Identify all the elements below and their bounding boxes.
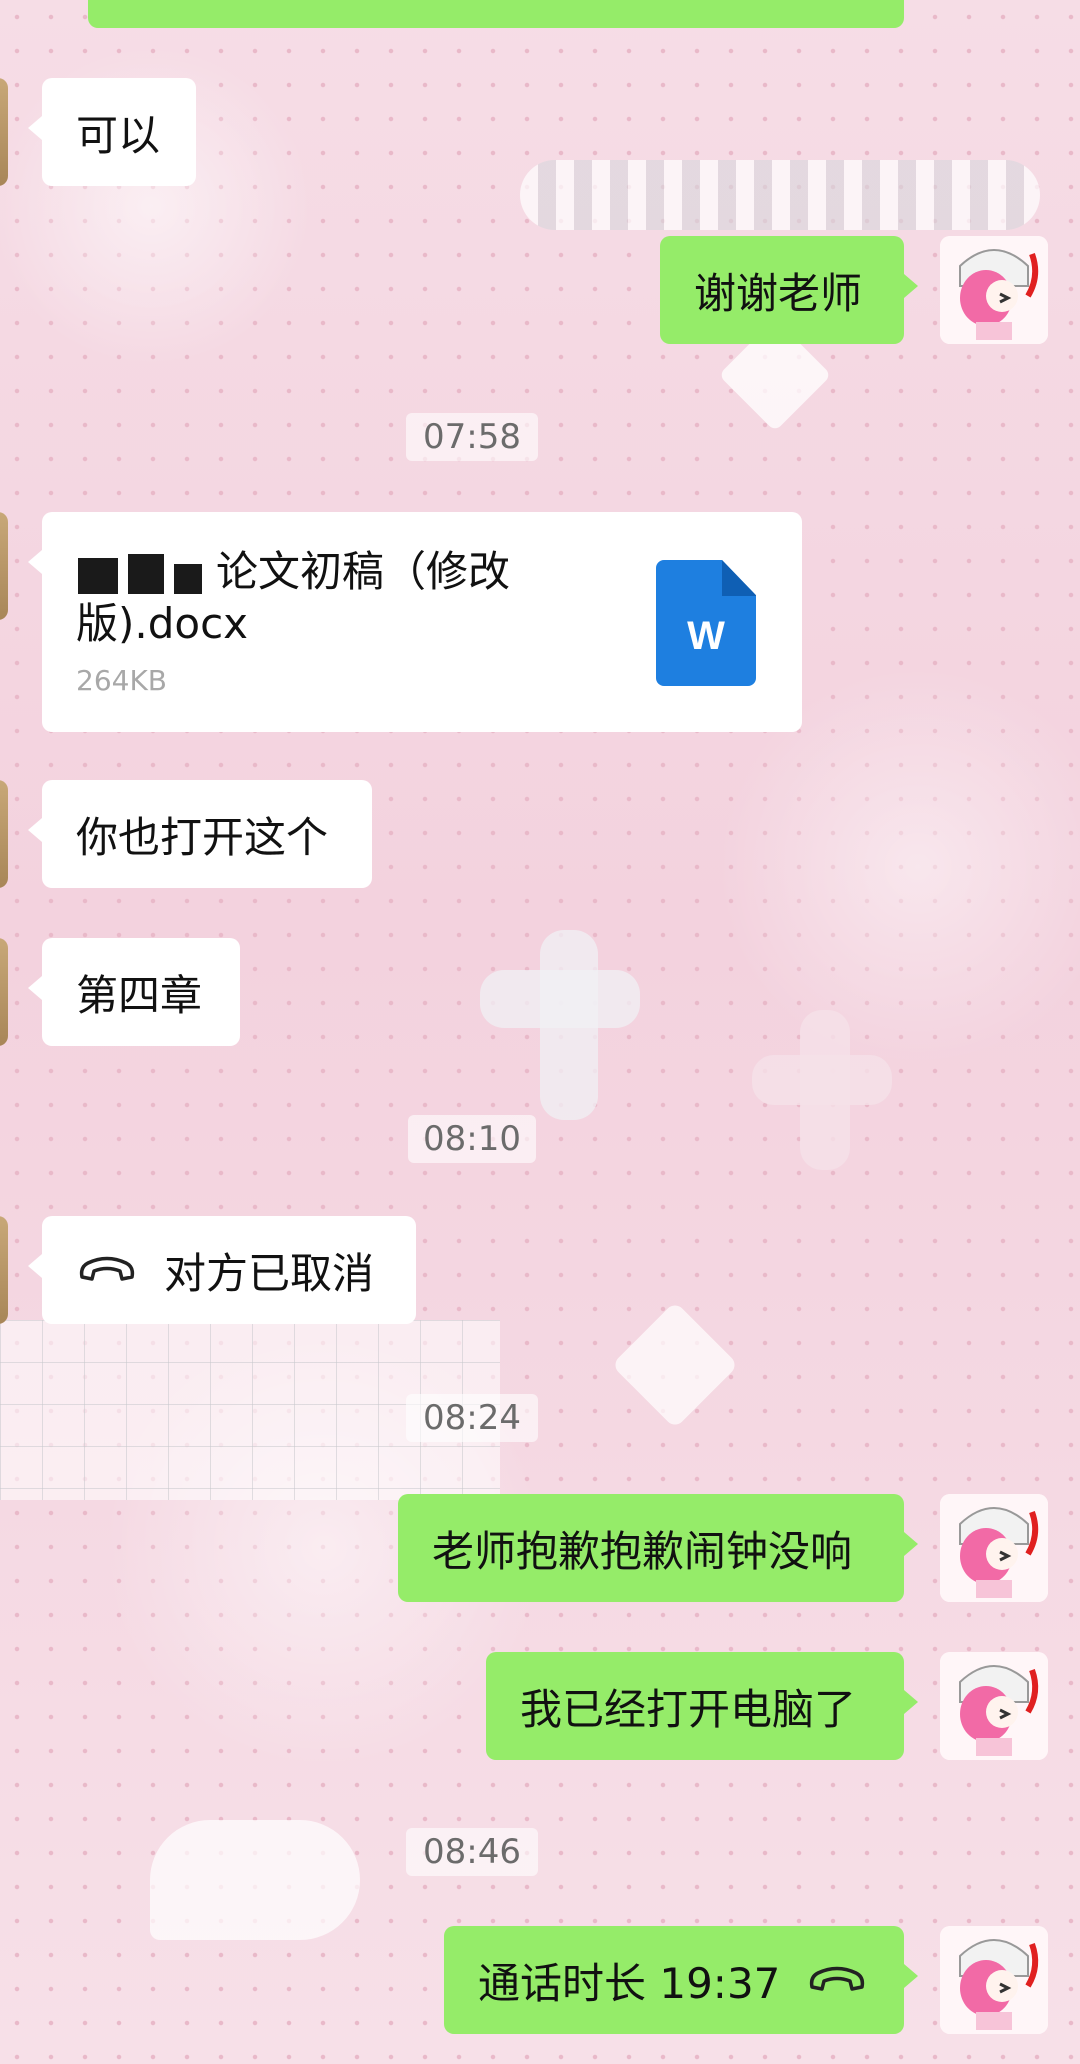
avatar-image <box>940 236 1048 344</box>
sender-avatar[interactable] <box>0 512 8 620</box>
redaction-block <box>78 558 118 594</box>
background-decoration <box>520 160 1040 230</box>
my-avatar[interactable] <box>940 1926 1048 2034</box>
message-bubble[interactable]: 谢谢老师 <box>660 236 918 344</box>
redaction-block <box>174 564 202 594</box>
avatar-image <box>940 1494 1048 1602</box>
message-text: 我已经打开电脑了 <box>520 1684 857 1734</box>
phone-hangup-icon <box>810 1966 865 1991</box>
sender-avatar[interactable] <box>0 938 8 1046</box>
timestamp: 07:58 <box>406 413 538 461</box>
message-text: 第四章 <box>76 970 203 1020</box>
message-text: 对方已取消 <box>164 1248 375 1298</box>
sender-avatar[interactable] <box>0 78 8 186</box>
avatar-image <box>940 1652 1048 1760</box>
sender-avatar[interactable] <box>0 780 8 888</box>
message-bubble[interactable]: 可以 <box>28 78 196 186</box>
message-bubble[interactable]: 老师抱歉抱歉闹钟没响 <box>398 1494 918 1602</box>
avatar-image <box>940 1926 1048 2034</box>
message-bubble[interactable]: 我已经打开电脑了 <box>486 1652 918 1760</box>
wing-decoration <box>150 1820 360 1940</box>
my-avatar[interactable] <box>940 1652 1048 1760</box>
message-text: 通话时长 19:37 <box>478 1958 781 2008</box>
word-document-icon: W <box>656 560 756 686</box>
file-message-card[interactable]: 论文初稿（修改版).docx 264KB W <box>28 512 802 732</box>
call-record-bubble[interactable]: 通话时长 19:37 <box>444 1926 918 2034</box>
timestamp: 08:10 <box>408 1115 536 1163</box>
cross-decoration <box>752 1055 892 1105</box>
timestamp: 08:24 <box>406 1394 538 1442</box>
cross-decoration <box>800 1010 850 1170</box>
cross-decoration <box>480 970 640 1028</box>
cross-decoration <box>540 930 598 1120</box>
previous-message-bubble <box>88 0 904 28</box>
message-bubble[interactable]: 你也打开这个 <box>28 780 372 888</box>
message-text: 可以 <box>76 110 161 160</box>
message-text: 老师抱歉抱歉闹钟没响 <box>432 1526 853 1576</box>
message-text: 你也打开这个 <box>76 812 329 862</box>
call-record-bubble[interactable]: 对方已取消 <box>28 1216 416 1324</box>
heart-decoration <box>611 1301 739 1429</box>
my-avatar[interactable] <box>940 1494 1048 1602</box>
word-icon-letter: W <box>687 614 725 658</box>
file-size: 264KB <box>76 664 168 697</box>
message-text: 谢谢老师 <box>694 268 863 318</box>
redaction-block <box>128 554 164 594</box>
timestamp: 08:46 <box>406 1828 538 1876</box>
message-bubble[interactable]: 第四章 <box>28 938 240 1046</box>
sender-avatar[interactable] <box>0 1216 8 1324</box>
phone-hangup-icon <box>79 1256 135 1281</box>
my-avatar[interactable] <box>940 236 1048 344</box>
